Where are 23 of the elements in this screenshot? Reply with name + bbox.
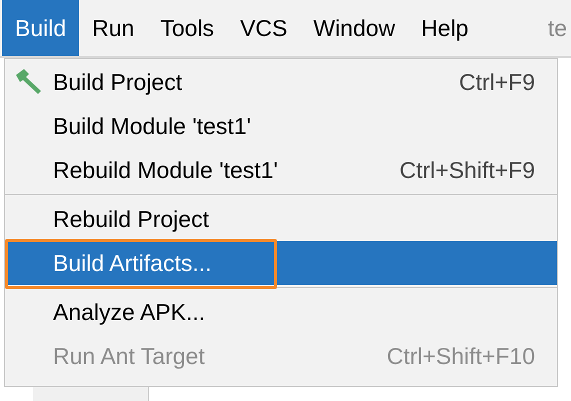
menu-item[interactable]: Rebuild Project (5, 197, 557, 241)
item-label: Analyze APK... (53, 298, 206, 326)
highlighted-label: Build Artifacts... (53, 250, 212, 276)
menu-item[interactable]: Build Module 'test1' (5, 104, 557, 148)
hammer-icon (14, 69, 44, 95)
item-label: Build Module 'test1' (53, 112, 252, 140)
menu[interactable]: Tools (147, 0, 228, 56)
menu-item[interactable]: Build Project Ctrl+F9 (5, 60, 557, 104)
shortcut: Ctrl+Shift+F10 (386, 342, 535, 370)
item-label: Rebuild Module 'test1' (53, 156, 278, 184)
menu-item[interactable]: Analyze APK... (5, 290, 557, 334)
item-label: Run Ant Target (53, 342, 205, 370)
menu-item[interactable]: Rebuild Module 'test1' Ctrl+Shift+F9 (5, 148, 557, 192)
menu[interactable]: Help (408, 0, 482, 56)
shortcut: Ctrl+Shift+F9 (400, 156, 535, 184)
menu[interactable]: Build (2, 0, 80, 56)
item-label: Build Project (53, 68, 182, 96)
shortcut: Ctrl+F9 (458, 68, 535, 96)
window-title: te (548, 14, 567, 42)
menu[interactable]: VCS (227, 0, 300, 56)
menu[interactable]: Run (79, 0, 148, 56)
item-label: Rebuild Project (53, 206, 209, 232)
menu[interactable]: Window (300, 0, 408, 56)
